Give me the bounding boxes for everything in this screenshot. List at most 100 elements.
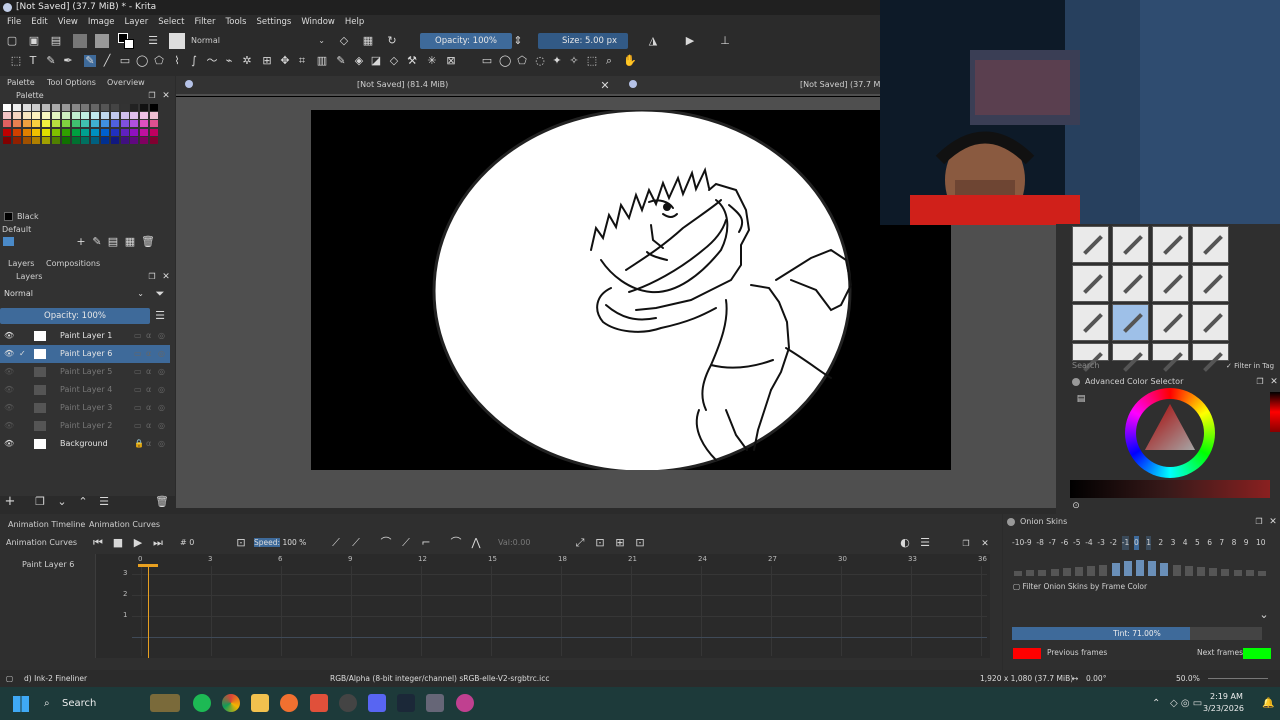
reload-preset-icon[interactable]: ↻ [386,35,398,47]
open-document-icon[interactable]: ▣ [28,35,40,47]
brush-preset[interactable] [1152,343,1189,372]
edit-swatch-icon[interactable]: ✎ [91,236,103,248]
layer-row[interactable]: 👁 Paint Layer 4 ▭ α ◎ [0,381,170,399]
onion-opacity-bar[interactable] [1209,568,1218,576]
palette-swatch[interactable] [120,120,129,128]
filter-icon[interactable]: ⏷ [154,288,166,300]
smooth-curve-icon[interactable]: ⟋ [400,537,412,549]
steam-icon[interactable] [397,694,415,712]
onion-frame-number[interactable]: -9 [1024,536,1031,550]
onion-opacity-bar[interactable] [1221,569,1230,576]
canvas-tab-2[interactable]: [Not Saved] (37.7 MiB) [800,78,891,92]
palette-swatch[interactable] [71,128,80,136]
palette-swatch[interactable] [130,104,139,111]
select-rect-tool-icon[interactable]: ▭ [481,55,493,67]
tab-animation-timeline[interactable]: Animation Timeline [8,518,85,532]
previous-frame-icon[interactable]: ⏮ [92,537,104,549]
onion-opacity-bar[interactable] [1099,565,1108,576]
palette-swatch[interactable] [91,104,100,111]
menu-filter[interactable]: Filter [194,15,215,30]
palette-swatch[interactable] [140,120,149,128]
palette-swatch[interactable] [12,136,21,144]
visibility-eye-icon[interactable]: 👁 [4,399,14,417]
tray-up-icon[interactable]: ⌃ [1152,698,1160,709]
layer-row[interactable]: 👁 Paint Layer 5 ▭ α ◎ [0,363,170,381]
select-outline-tool-icon[interactable]: ◌ [534,55,546,67]
onion-frame-number[interactable]: 1 [1146,536,1151,550]
tab-tool-options[interactable]: Tool Options [47,76,96,90]
palette-swatch[interactable] [52,120,60,128]
pan-tool-icon[interactable]: ✋ [623,55,637,67]
palette-swatch[interactable] [52,104,60,111]
delete-swatch-icon[interactable]: 🗑 [141,236,155,248]
palette-swatch[interactable] [150,112,158,120]
text-tool-icon[interactable]: T [27,55,39,67]
brush-preset[interactable] [1192,304,1229,341]
layer-row[interactable]: 👁 ✓ Paint Layer 6 ▭ α ◎ [0,345,170,363]
onion-toggle-icon[interactable]: ◎ [158,327,165,345]
frame-input[interactable]: # 0 [180,536,194,550]
palette-swatch[interactable] [22,104,31,111]
inherit-alpha-icon[interactable]: α [146,417,151,435]
brush-preset[interactable] [1072,265,1109,302]
palette-swatch[interactable] [52,128,60,136]
brush-preset[interactable] [1112,226,1149,263]
system-tray-icons[interactable]: ◇ ◎ ▭ [1170,698,1202,709]
layer-properties-icon[interactable]: ☰ [98,496,110,508]
onion-frame-number[interactable]: 10 [1256,536,1266,550]
onion-opacity-bar[interactable] [1148,561,1157,576]
visibility-eye-icon[interactable]: 👁 [4,381,14,399]
palette-swatch[interactable] [110,120,119,128]
onion-toggle-icon[interactable]: ◎ [158,345,165,363]
onion-opacity-bar[interactable] [1014,571,1022,576]
palette-swatch[interactable] [120,128,129,136]
palette-swatch[interactable] [120,112,129,120]
fill-tool-icon[interactable]: ◪ [370,55,382,67]
settings-icon[interactable]: ⊙ [1070,500,1082,512]
brush-preset[interactable] [1112,304,1149,341]
play-icon[interactable]: ▶ [132,537,144,549]
palette-swatch[interactable] [42,136,51,144]
color-triangle[interactable] [1125,388,1215,478]
palette-swatch[interactable] [32,128,41,136]
palette-swatch[interactable] [130,112,139,120]
fit-range-icon[interactable]: ⊡ [594,537,606,549]
menu-view[interactable]: View [58,15,78,30]
onion-frame-number[interactable]: -4 [1085,536,1092,550]
alpha-lock-icon[interactable]: ▭ [134,363,142,381]
move-up-icon[interactable]: ⌃ [77,496,89,508]
zoom-icon[interactable]: ⊡ [634,537,646,549]
palette-swatch[interactable] [61,128,70,136]
inherit-alpha-icon[interactable]: α [146,399,151,417]
calligraphy-tool-icon[interactable]: ✒ [62,55,74,67]
inherit-alpha-icon[interactable]: α [146,345,151,363]
layer-row[interactable]: 👁 Background 🔒 α ◎ [0,435,170,453]
palette-swatch[interactable] [81,128,90,136]
visibility-eye-icon[interactable]: 👁 [4,417,14,435]
onion-opacity-bar[interactable] [1245,570,1254,576]
close-icon[interactable]: ✕ [979,538,991,550]
palette-swatch[interactable] [110,128,119,136]
onion-opacity-bar[interactable] [1123,561,1132,576]
layer-blend-select[interactable]: Normal ⌄ [2,287,148,301]
zoom-range-icon[interactable]: ⊞ [614,537,626,549]
palette-swatch[interactable] [22,120,31,128]
zoom-value[interactable]: 50.0% [1176,670,1200,687]
palette-swatch[interactable] [42,120,51,128]
palette-swatch[interactable] [91,136,100,144]
palette-swatch[interactable] [32,104,41,111]
palette-swatch[interactable] [61,104,70,111]
chrome-icon[interactable] [222,694,240,712]
layer-opacity-slider[interactable]: Opacity: 100% [0,308,150,324]
close-icon[interactable]: ✕ [1268,376,1280,388]
alpha-lock-icon[interactable]: ▭ [134,417,142,435]
palette-swatch[interactable] [120,136,129,144]
float-icon[interactable]: ❐ [1253,516,1265,528]
widgets-icon[interactable] [150,694,180,712]
select-contiguous-tool-icon[interactable]: ✦ [551,55,563,67]
opacity-slider[interactable]: Opacity: 100% [420,33,512,49]
side-color-strip[interactable] [1270,392,1280,432]
discord-icon[interactable] [368,694,386,712]
palette-swatch[interactable] [32,112,41,120]
menu-image[interactable]: Image [88,15,115,30]
